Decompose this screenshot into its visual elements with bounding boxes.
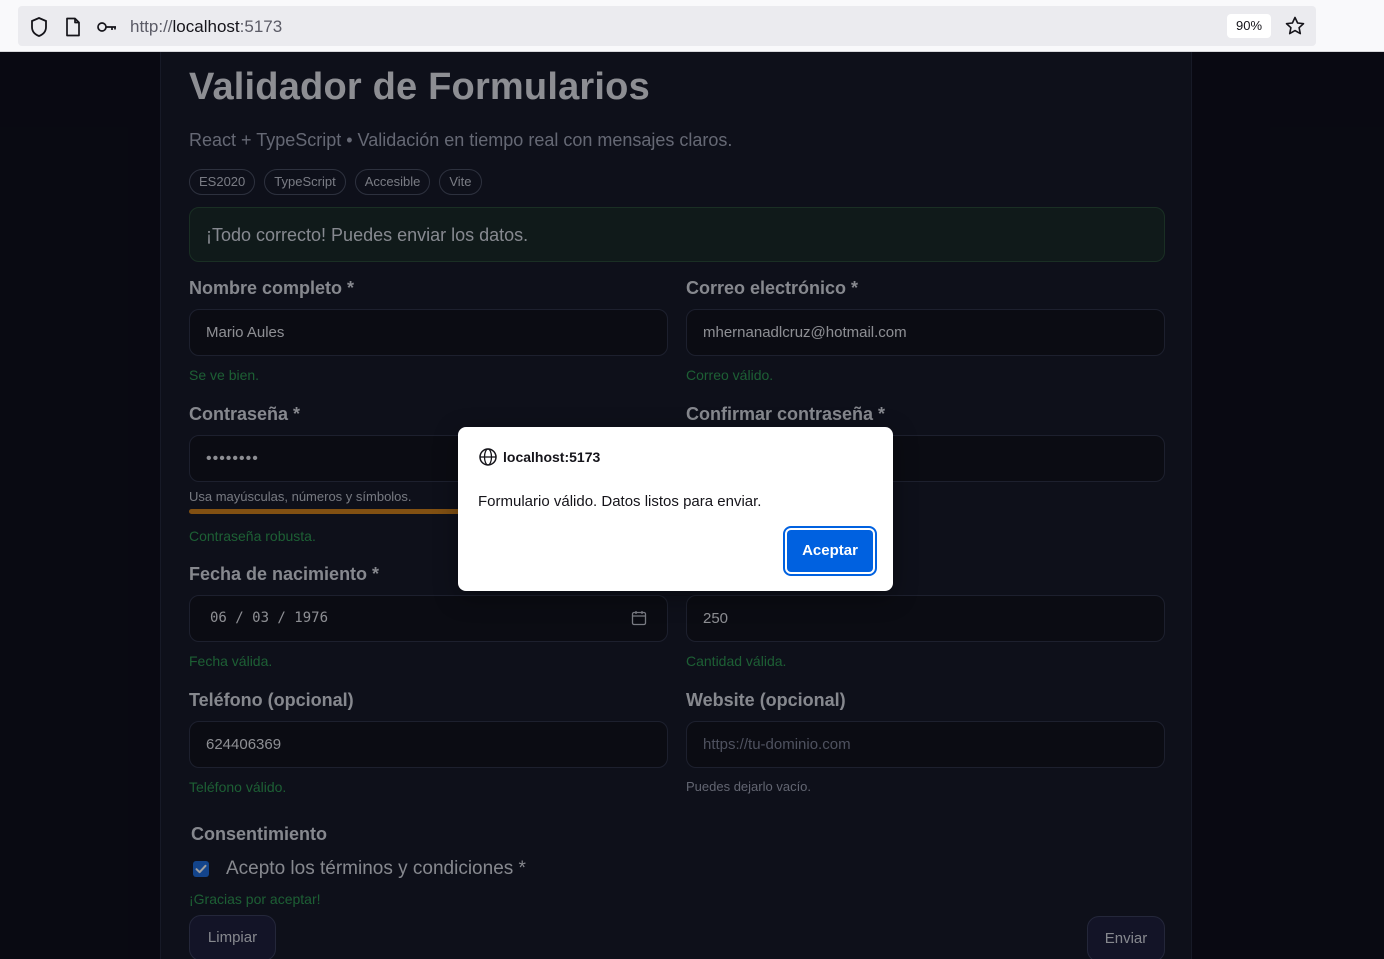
shield-icon[interactable] <box>28 16 50 38</box>
dialog-origin-text: localhost:5173 <box>503 449 601 465</box>
page-icon[interactable] <box>62 16 84 38</box>
zoom-level-badge[interactable]: 90% <box>1227 14 1271 38</box>
url-text[interactable]: http://localhost:5173 <box>130 16 282 38</box>
key-icon[interactable] <box>96 16 118 38</box>
dialog-origin: localhost:5173 <box>478 447 600 467</box>
accept-button[interactable]: Aceptar <box>783 526 877 576</box>
alert-dialog: localhost:5173 Formulario válido. Datos … <box>458 427 893 591</box>
address-bar[interactable]: http://localhost:5173 90% <box>18 6 1316 46</box>
browser-toolbar: http://localhost:5173 90% <box>0 0 1384 52</box>
globe-icon <box>479 448 497 466</box>
dialog-message: Formulario válido. Datos listos para env… <box>478 493 762 510</box>
bookmark-star-icon[interactable] <box>1284 15 1306 37</box>
